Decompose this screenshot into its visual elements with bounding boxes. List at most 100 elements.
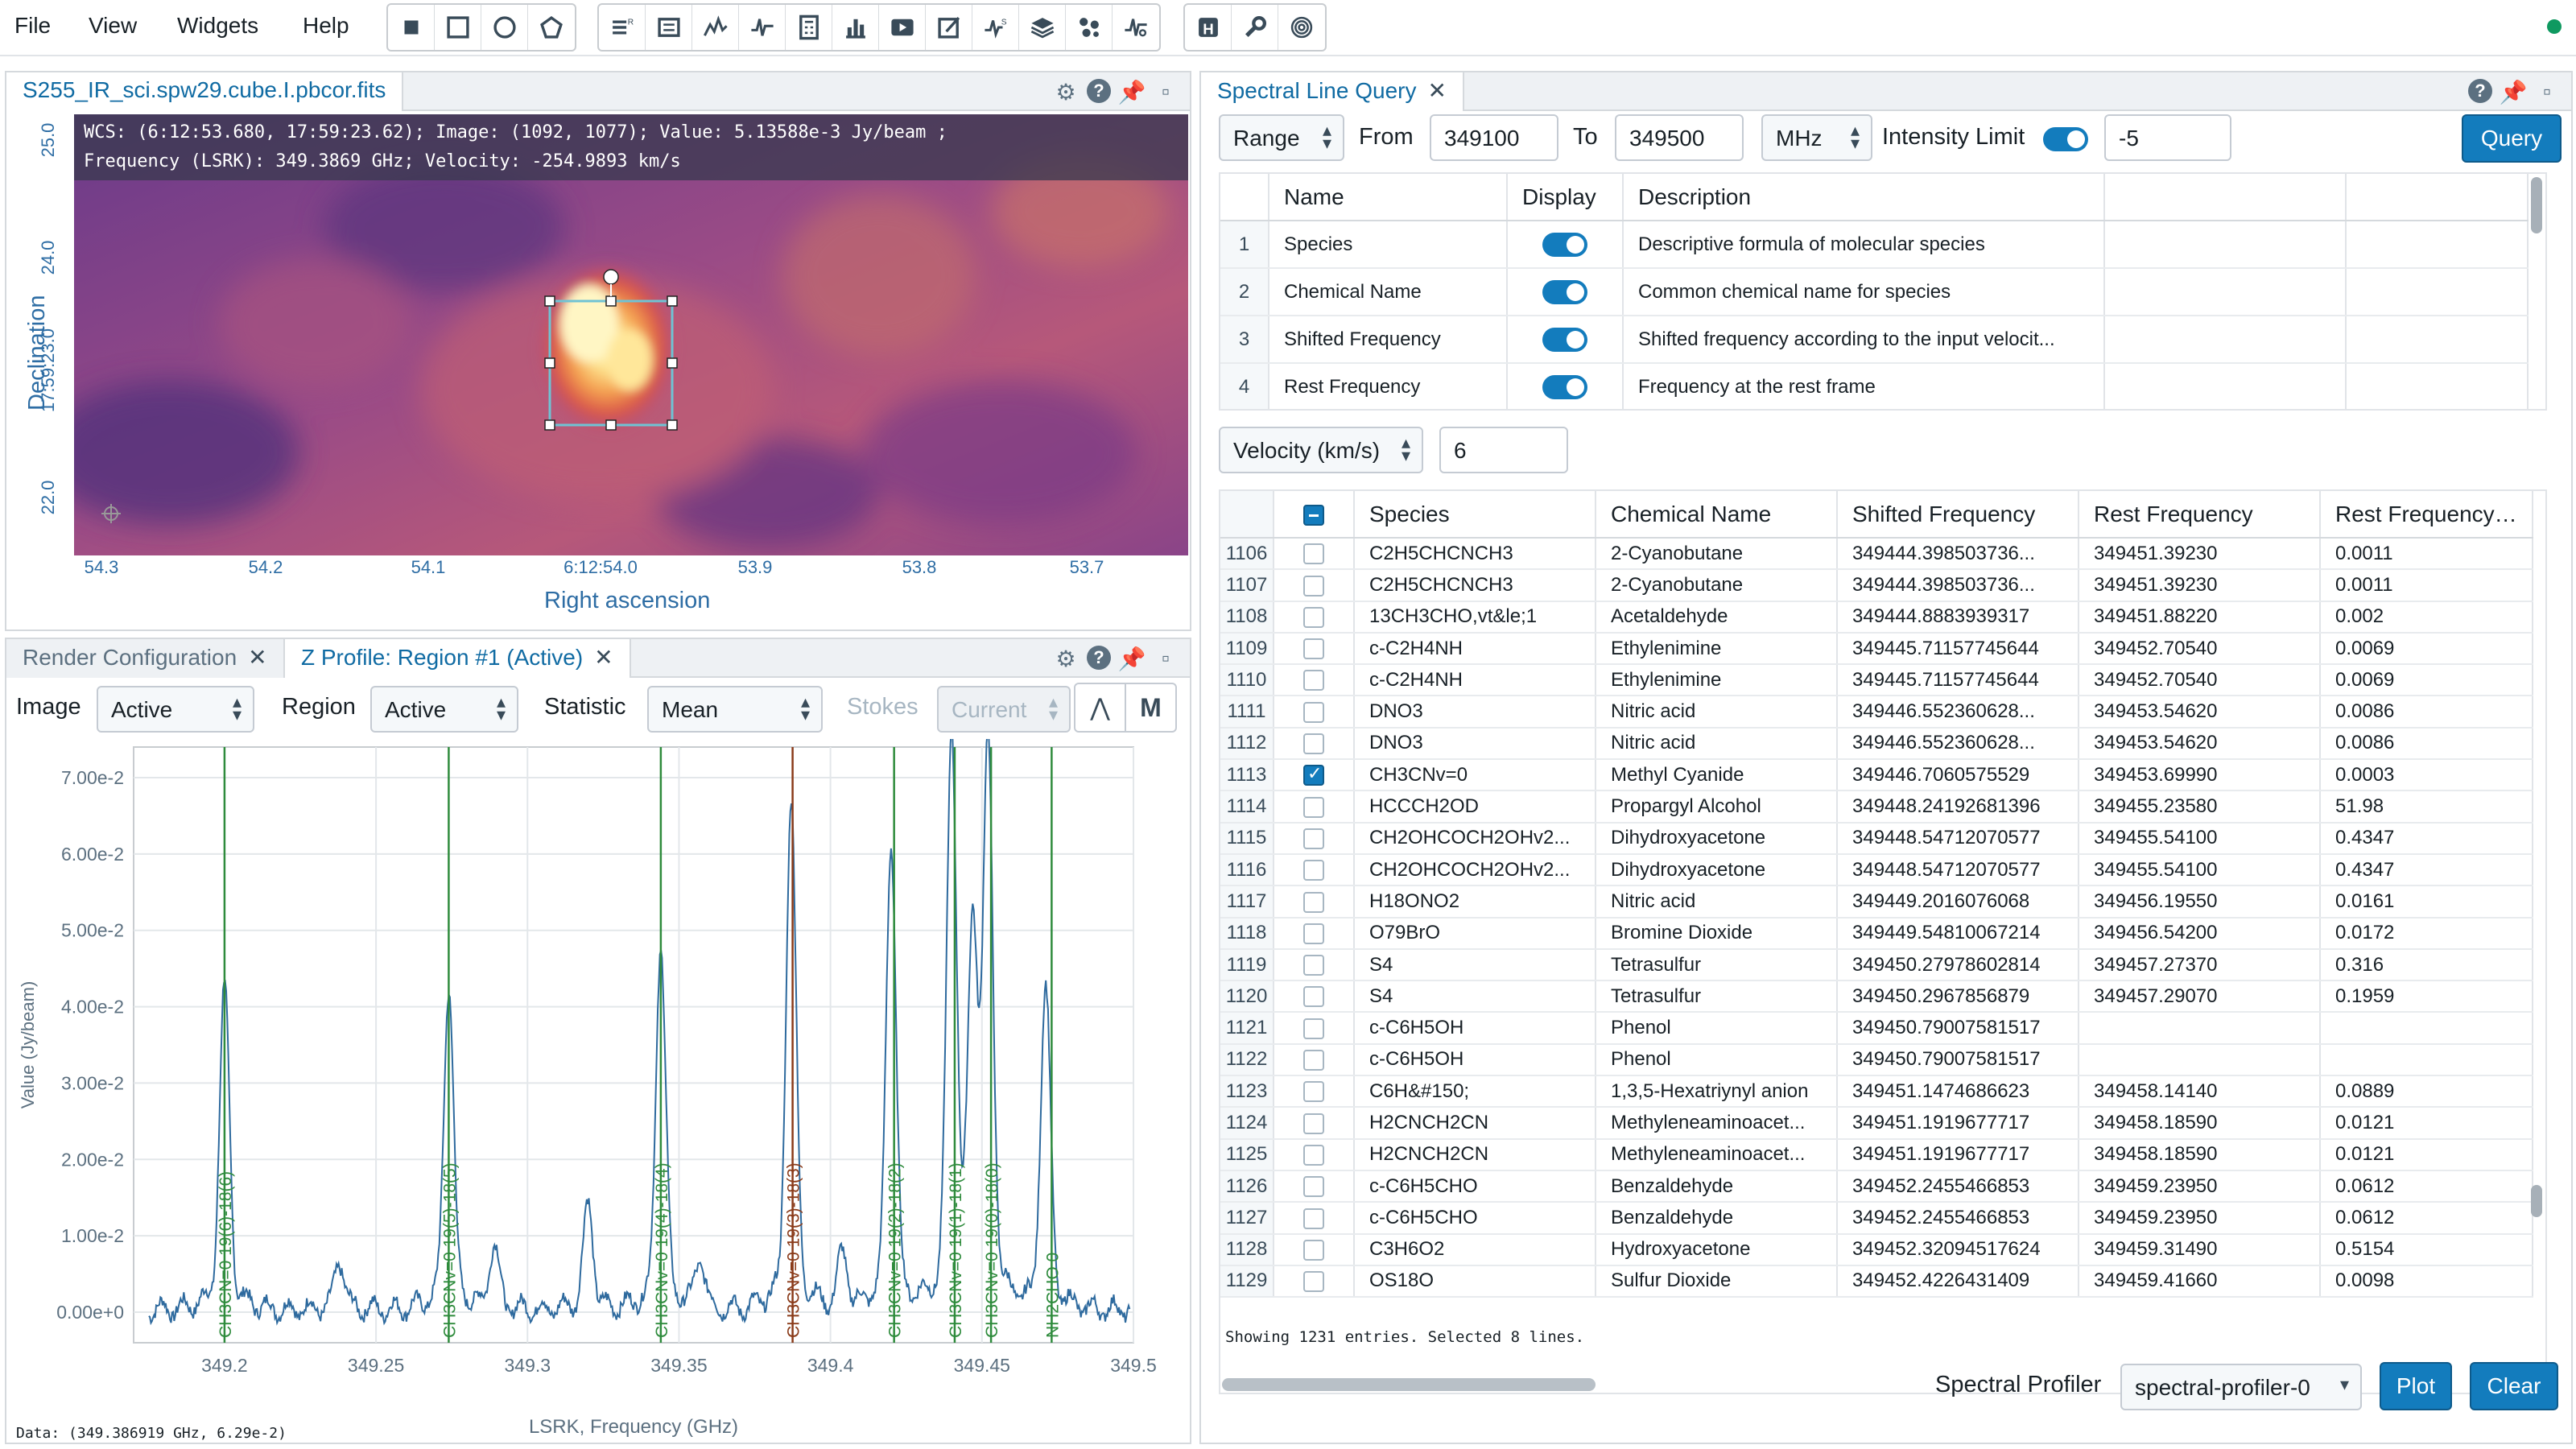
image-list-icon[interactable] [646, 5, 692, 50]
row-checkbox[interactable] [1303, 670, 1324, 691]
menu-help[interactable]: Help [303, 13, 349, 39]
table-row[interactable]: 1111 DNO3 Nitric acid 349446.552360628... 34… [1220, 696, 2533, 729]
row-checkbox[interactable] [1303, 986, 1324, 1008]
row-checkbox[interactable] [1303, 1018, 1324, 1039]
row-checkbox[interactable] [1303, 1176, 1324, 1198]
row-checkbox[interactable] [1303, 923, 1324, 944]
help-icon[interactable]: ? [2468, 79, 2492, 103]
results-col-shifted-frequency[interactable]: Shifted Frequency [1837, 491, 2079, 539]
table-row[interactable]: 1127 c-C6H5CHO Benzaldehyde 349452.24554668… [1220, 1202, 2533, 1235]
spectral-profiler-select[interactable]: spectral-profiler-0 ▾ [2120, 1364, 2362, 1410]
row-checkbox[interactable] [1303, 543, 1324, 565]
results-vertical-scrollbar[interactable] [2531, 1185, 2542, 1217]
row-checkbox[interactable] [1303, 1271, 1324, 1293]
table-row[interactable]: 1124 H2CNCH2CN Methyleneaminoacet... 349451… [1220, 1107, 2533, 1140]
histogram-icon[interactable] [832, 5, 879, 50]
tab-spectral-line-query[interactable]: Spectral Line Query ✕ [1201, 72, 1464, 111]
pin-icon[interactable]: 📌 [1118, 79, 1146, 105]
from-input[interactable]: 349100 [1430, 114, 1558, 161]
query-button[interactable]: Query [2462, 114, 2562, 163]
row-checkbox[interactable] [1303, 796, 1324, 818]
region-list-icon[interactable]: R [599, 5, 646, 50]
header-table-row[interactable]: 1 Species Descriptive formula of molecular… [1220, 221, 2529, 269]
unit-select[interactable]: MHz ▴ ▾ [1761, 114, 1872, 161]
results-col-chemical-name[interactable]: Chemical Name [1596, 491, 1838, 539]
results-col-species[interactable]: Species [1354, 491, 1596, 539]
z-profile-chart[interactable]: 349.2 349.25 349.3 349.35 349.4 349.45 349.5 7.… [6, 739, 1190, 1444]
row-checkbox[interactable] [1303, 701, 1324, 723]
table-row[interactable]: 1122 c-C6H5OH Phenol 349450.79007581517 [1220, 1043, 2533, 1077]
help-icon[interactable]: ? [1087, 646, 1111, 670]
display-toggle[interactable] [1542, 327, 1587, 352]
maximize-icon[interactable]: ▫ [1153, 79, 1179, 105]
header-icon[interactable]: H [1185, 5, 1232, 50]
header-table-row[interactable]: 2 Chemical Name Common chemical name for s… [1220, 268, 2529, 316]
table-row[interactable]: 1110 c-C2H4NH Ethylenimine 349445.711577456… [1220, 664, 2533, 697]
display-toggle[interactable] [1542, 374, 1587, 399]
rectangle-tool-icon[interactable] [435, 5, 481, 50]
statistic-select[interactable]: Mean ▴ ▾ [647, 686, 823, 733]
row-checkbox[interactable] [1303, 891, 1324, 913]
maximize-icon[interactable]: ▫ [2534, 79, 2560, 105]
smoothing-icon[interactable]: ⋀ [1075, 684, 1126, 731]
velocity-select[interactable]: Velocity (km/s) ▴ ▾ [1219, 427, 1423, 473]
layer-list-icon[interactable] [1019, 5, 1066, 50]
image-select[interactable]: Active ▴ ▾ [97, 686, 254, 733]
row-checkbox[interactable] [1303, 606, 1324, 628]
table-row[interactable]: 1125 H2CNCH2CN Methyleneaminoacet... 349451… [1220, 1138, 2533, 1171]
z-profile-icon[interactable] [739, 5, 786, 50]
row-checkbox[interactable] [1303, 1081, 1324, 1103]
menu-view[interactable]: View [89, 13, 137, 39]
header-table-row[interactable]: 4 Rest Frequency Frequency at the rest fra… [1220, 363, 2529, 409]
row-checkbox[interactable] [1303, 1208, 1324, 1229]
help-icon[interactable]: ? [1087, 79, 1111, 103]
header-col-description[interactable]: Description [1623, 174, 2105, 221]
table-row[interactable]: 1106 C2H5CHCNCH3 2-Cyanobutane 349444.39850… [1220, 538, 2533, 571]
contour-icon[interactable] [1278, 5, 1325, 50]
results-col-rest-frequency-err[interactable]: Rest Frequency Er [2320, 491, 2533, 539]
table-row[interactable]: 1129 OS18O Sulfur Dioxide 349452.4226431409… [1220, 1265, 2533, 1298]
row-checkbox[interactable] [1303, 1113, 1324, 1134]
results-col-rest-frequency[interactable]: Rest Frequency [2079, 491, 2321, 539]
spectral-line-icon[interactable] [1113, 5, 1159, 50]
results-horizontal-scrollbar[interactable] [1222, 1378, 1596, 1391]
table-row[interactable]: 1128 C3H6O2 Hydroxyacetone 349452.320945176… [1220, 1233, 2533, 1266]
image-canvas[interactable]: WCS: (6:12:53.680, 17:59:23.62); Image: … [74, 114, 1188, 555]
row-checkbox[interactable] [1303, 828, 1324, 849]
menu-widgets[interactable]: Widgets [177, 13, 258, 39]
point-tool-icon[interactable] [388, 5, 435, 50]
close-icon[interactable]: ✕ [1427, 78, 1446, 103]
moments-icon[interactable]: M [1126, 684, 1175, 731]
row-checkbox[interactable] [1303, 955, 1324, 976]
table-row[interactable]: 1117 H18ONO2 Nitric acid 349449.2016076068 3… [1220, 886, 2533, 919]
polygon-tool-icon[interactable] [528, 5, 575, 50]
tab-image-viewer[interactable]: S255_IR_sci.spw29.cube.I.pbcor.fits [6, 72, 404, 111]
clear-button[interactable]: Clear [2470, 1362, 2558, 1410]
animator-icon[interactable] [879, 5, 926, 50]
intensity-limit-toggle[interactable] [2043, 127, 2088, 151]
display-toggle[interactable] [1542, 279, 1587, 304]
intensity-limit-input[interactable]: -5 [2104, 114, 2231, 161]
table-row[interactable]: 1121 c-C6H5OH Phenol 349450.79007581517 [1220, 1012, 2533, 1045]
row-checkbox[interactable] [1303, 1239, 1324, 1261]
row-checkbox[interactable] [1303, 860, 1324, 881]
range-mode-select[interactable]: Range ▴ ▾ [1219, 114, 1344, 161]
table-row[interactable]: 1108 13CH3CHO,vt&le;1 Acetaldehyde 349444.8… [1220, 601, 2533, 634]
close-icon[interactable]: ✕ [594, 645, 613, 670]
plot-button[interactable]: Plot [2380, 1362, 2452, 1410]
table-row[interactable]: 1126 c-C6H5CHO Benzaldehyde 349452.24554668… [1220, 1170, 2533, 1203]
stokes-icon[interactable]: S [972, 5, 1019, 50]
table-row[interactable]: 1123 C6H&#150; 1,3,5-Hexatriynyl anion 3494… [1220, 1075, 2533, 1108]
settings-gear-icon[interactable]: ⚙ [1053, 79, 1079, 105]
row-checkbox[interactable] [1303, 638, 1324, 660]
table-row[interactable]: 1107 C2H5CHCNCH3 2-Cyanobutane 349444.39850… [1220, 569, 2533, 602]
select-all-checkbox[interactable] [1303, 505, 1324, 526]
preferences-icon[interactable] [1232, 5, 1278, 50]
pin-icon[interactable]: 📌 [2500, 79, 2528, 105]
results-col-select[interactable] [1274, 491, 1355, 539]
tab-z-profile[interactable]: Z Profile: Region #1 (Active) ✕ [285, 639, 631, 678]
maximize-icon[interactable]: ▫ [1153, 646, 1179, 671]
header-col-name[interactable]: Name [1269, 174, 1508, 221]
statistics-icon[interactable] [786, 5, 832, 50]
render-config-icon[interactable] [926, 5, 972, 50]
